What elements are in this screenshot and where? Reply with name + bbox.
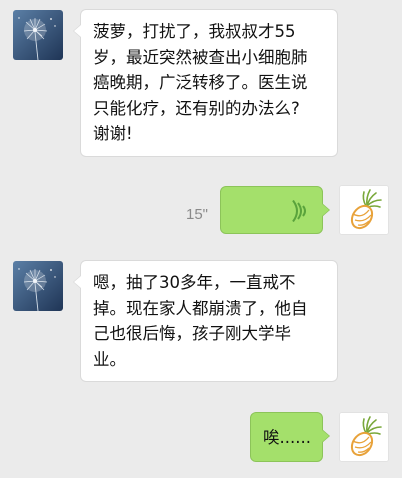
message-bubble-incoming[interactable]: 菠萝，打扰了，我叔叔才55 岁，最近突然被查出小细胞肺 癌晚期，广泛转移了。医生…	[73, 9, 338, 157]
message-bubble-outgoing[interactable]: 唉......	[250, 412, 330, 462]
message-line: 只能化疗，还有别的办法么?	[93, 98, 300, 118]
pineapple-avatar-icon	[340, 186, 388, 234]
voice-duration: 15"	[186, 206, 209, 223]
message-line: 掉。现在家人都崩溃了，他自	[93, 298, 308, 318]
message-line: 菠萝，打扰了，我叔叔才55	[93, 22, 296, 41]
message-bubble-incoming[interactable]: 嗯，抽了30多年，一直戒不 掉。现在家人都崩溃了，他自 己也很后悔，孩子刚大学毕…	[73, 260, 338, 382]
voice-message-bubble[interactable]	[220, 186, 330, 234]
sender-avatar[interactable]	[13, 10, 63, 60]
message-line: 谢谢!	[93, 124, 133, 143]
my-avatar[interactable]	[339, 412, 389, 462]
dandelion-avatar-icon	[13, 261, 63, 311]
message-line: 岁，最近突然被查出小细胞肺	[93, 47, 308, 67]
sender-avatar[interactable]	[13, 261, 63, 311]
message-line: 癌晚期，广泛转移了。医生说	[93, 73, 308, 92]
message-line: 嗯，抽了30多年，一直戒不	[93, 273, 296, 292]
message-line: 业。	[93, 349, 126, 369]
message-text: 唉......	[263, 428, 311, 447]
voice-wave-icon	[292, 200, 306, 222]
my-avatar[interactable]	[339, 185, 389, 235]
pineapple-avatar-icon	[340, 413, 388, 461]
dandelion-avatar-icon	[13, 10, 63, 60]
message-line: 己也很后悔，孩子刚大学毕	[93, 324, 291, 343]
